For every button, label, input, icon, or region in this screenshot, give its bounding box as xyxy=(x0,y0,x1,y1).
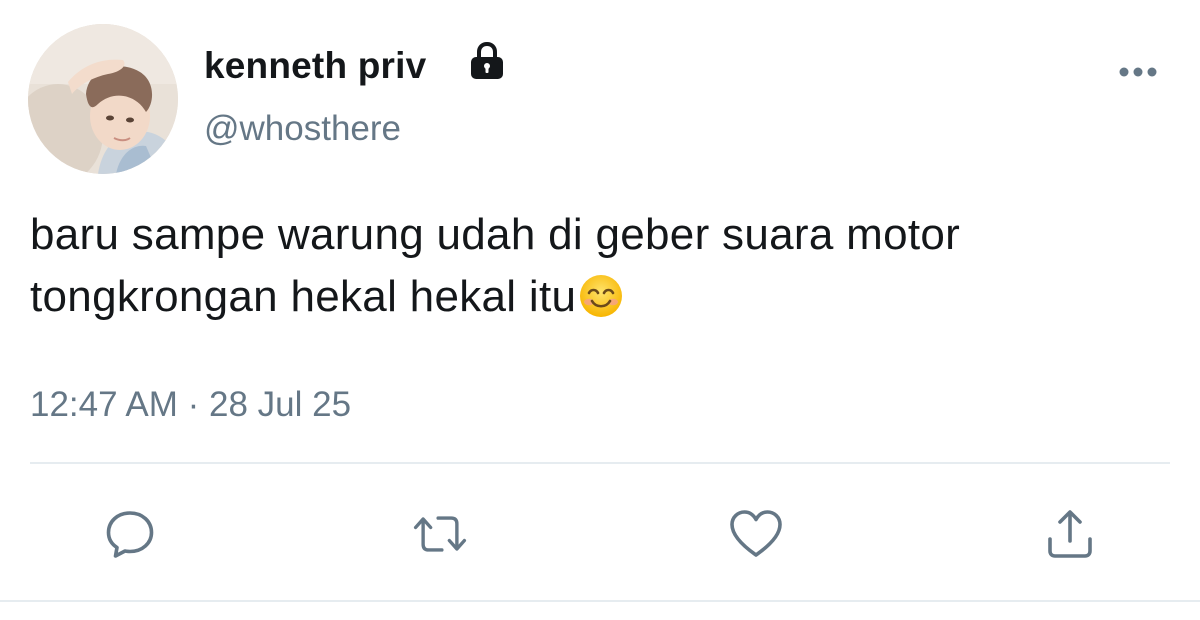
tweet-timestamp[interactable]: 12:47 AM · 28 Jul 25 xyxy=(30,382,351,428)
reply-button[interactable] xyxy=(100,504,160,564)
more-icon xyxy=(1119,67,1157,77)
tweet-text-line-2-text: tongkrongan hekal hekal itu xyxy=(30,272,577,321)
tweet-text-line-2: tongkrongan hekal hekal itu xyxy=(30,266,1180,328)
tweet-text-line-1: baru sampe warung udah di geber suara mo… xyxy=(30,210,961,259)
divider xyxy=(30,462,1170,464)
retweet-button[interactable] xyxy=(410,504,470,564)
more-options-button[interactable] xyxy=(1112,56,1164,88)
share-button[interactable] xyxy=(1040,504,1100,564)
avatar-photo xyxy=(28,24,178,174)
smiling-face-emoji-icon xyxy=(578,273,624,319)
share-icon xyxy=(1048,510,1092,558)
heart-icon xyxy=(730,510,782,557)
tweet-text: baru sampe warung udah di geber suara mo… xyxy=(30,204,1180,328)
display-name[interactable]: kenneth priv xyxy=(204,42,426,90)
retweet-icon xyxy=(413,516,467,552)
like-button[interactable] xyxy=(726,504,786,564)
bottom-divider xyxy=(0,600,1200,602)
tweet-card: kenneth priv @whosthere baru sampe warun… xyxy=(0,0,1200,620)
reply-icon xyxy=(106,511,154,558)
user-handle[interactable]: @whosthere xyxy=(204,106,401,152)
lock-icon xyxy=(465,40,509,84)
avatar[interactable] xyxy=(28,24,178,174)
